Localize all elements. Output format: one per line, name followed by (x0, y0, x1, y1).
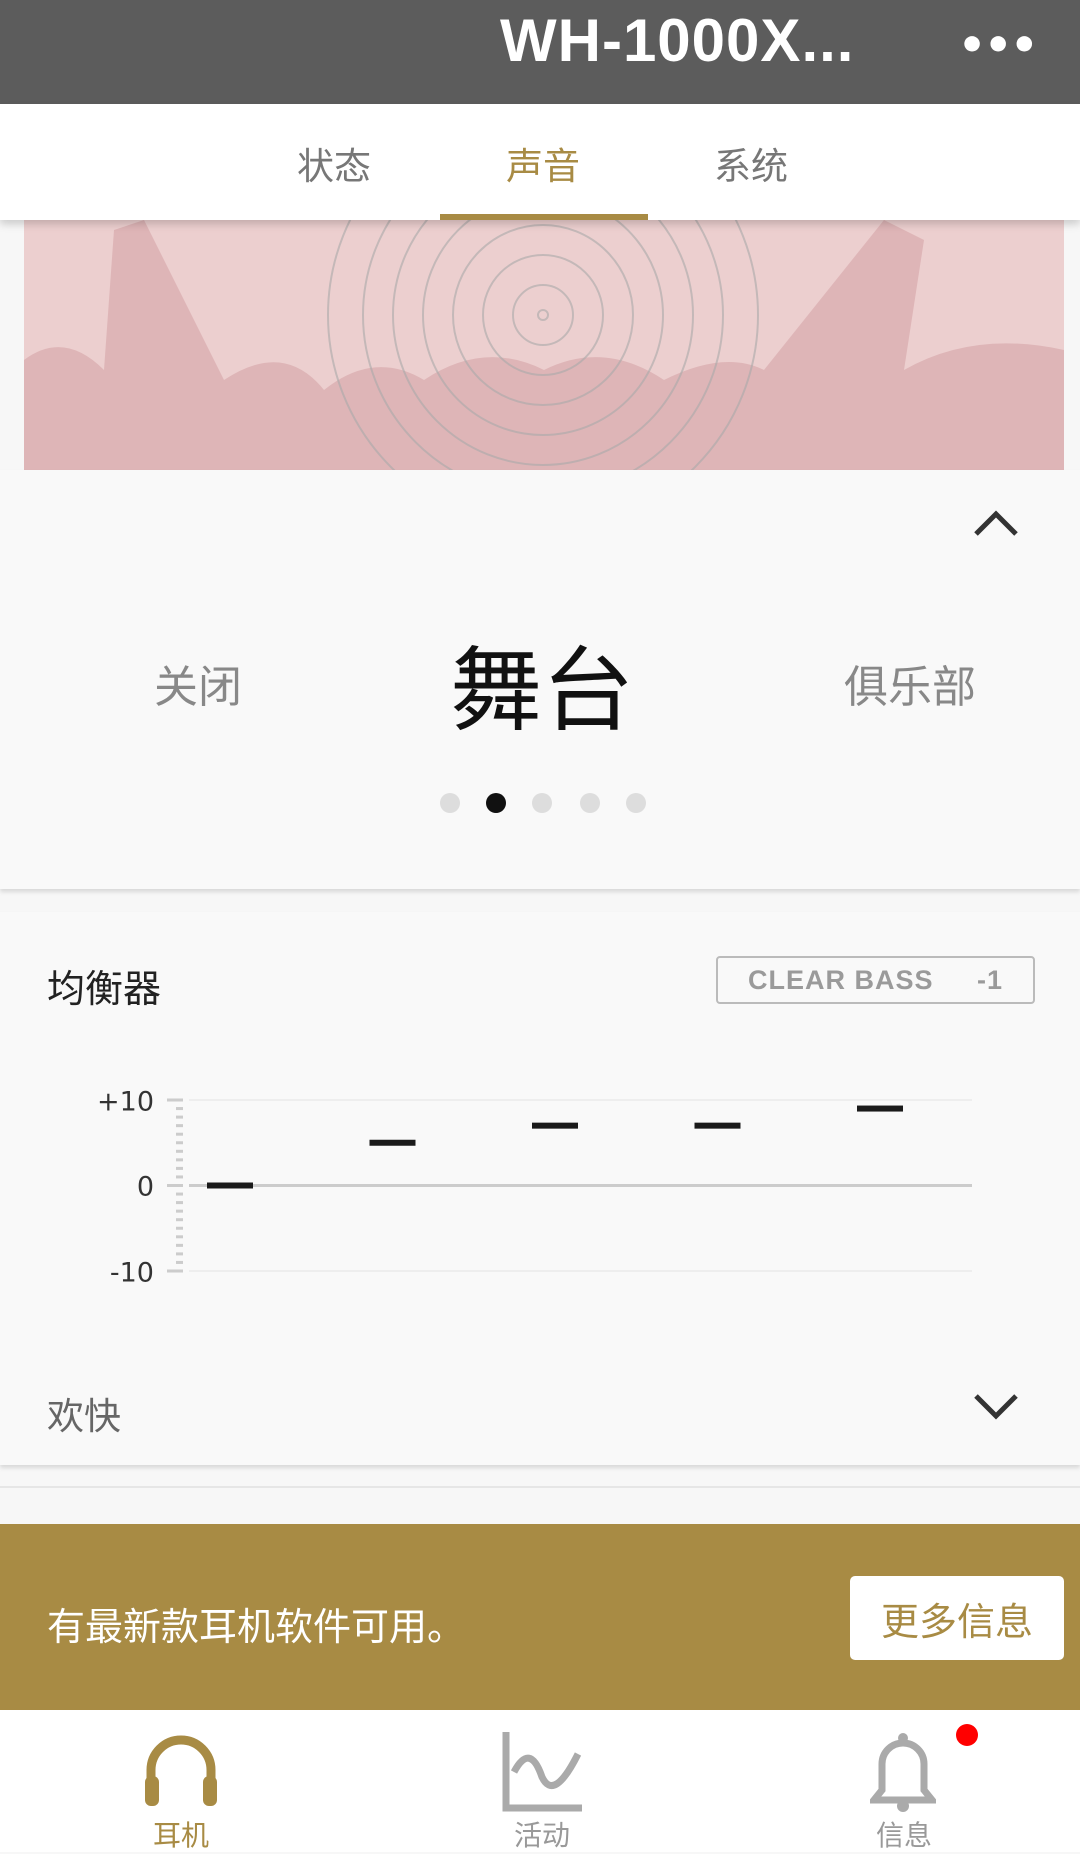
concert-illustration (24, 220, 1064, 470)
device-title: WH-1000X... (500, 7, 855, 74)
page-dot[interactable] (532, 793, 552, 813)
sound-mode-image (24, 220, 1064, 470)
nav-label: 活动 (513, 1819, 571, 1852)
tab-system[interactable]: 系统 (714, 136, 788, 190)
clear-bass-button[interactable]: CLEAR BASS -1 (716, 956, 1035, 1004)
clear-bass-label: CLEAR BASS (748, 964, 934, 995)
nav-label: 耳机 (152, 1819, 210, 1852)
eq-preset-label[interactable]: 欢快 (47, 1386, 121, 1440)
nav-label: 信息 (875, 1819, 933, 1852)
tab-status[interactable]: 状态 (297, 136, 371, 190)
nav-headphones[interactable]: 耳机 (121, 1710, 241, 1852)
active-tab-indicator (440, 214, 648, 220)
tab-sound[interactable]: 声音 (506, 136, 580, 190)
bottom-nav: 耳机 活动 信息 (0, 1710, 1080, 1852)
chevron-up-icon[interactable] (972, 508, 1020, 538)
update-message: 有最新款耳机软件可用。 (47, 1605, 466, 1649)
nav-activity[interactable]: 活动 (482, 1710, 602, 1852)
clear-bass-value: -1 (976, 964, 1003, 995)
app-header: WH-1000X... ••• (0, 0, 1080, 104)
eq-band-bar (857, 1105, 903, 1112)
divider (0, 1486, 1080, 1488)
activity-chart-icon (502, 1732, 582, 1812)
bell-icon (870, 1733, 936, 1812)
equalizer-title: 均衡器 (47, 967, 162, 1011)
notification-badge (956, 1724, 978, 1746)
page-dot[interactable] (440, 793, 460, 813)
eq-band-bar (207, 1182, 253, 1189)
tab-bar: 状态 声音 系统 (0, 104, 1080, 220)
eq-band-bar (369, 1139, 416, 1146)
mode-prev[interactable]: 关闭 (154, 651, 242, 715)
chevron-down-icon[interactable] (972, 1392, 1020, 1422)
equalizer-chart[interactable] (0, 1080, 1080, 1290)
more-info-button[interactable]: 更多信息 (850, 1576, 1064, 1660)
eq-band-bar (532, 1122, 578, 1129)
mode-next[interactable]: 俱乐部 (844, 651, 976, 715)
headphones-icon (145, 1735, 217, 1806)
more-dots-icon[interactable]: ••• (958, 20, 1038, 71)
page-dot[interactable] (580, 793, 600, 813)
nav-info[interactable]: 信息 (844, 1710, 978, 1852)
mode-current: 舞台 (449, 637, 635, 745)
sound-mode-card: 关闭 舞台 俱乐部 (0, 470, 1080, 889)
eq-band-bar (694, 1122, 741, 1129)
page-dot[interactable] (626, 793, 646, 813)
page-dot-active[interactable] (486, 793, 506, 813)
